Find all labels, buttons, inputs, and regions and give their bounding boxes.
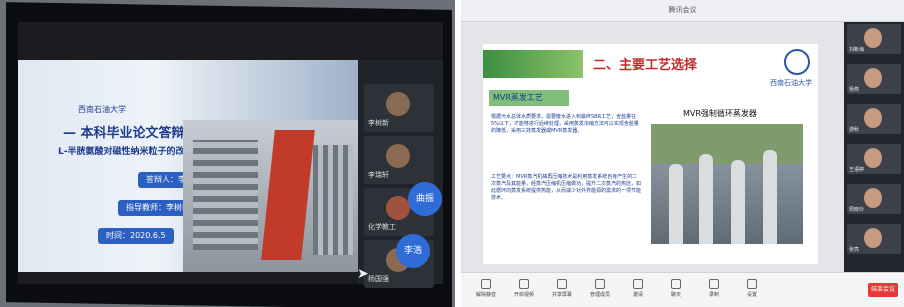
campus-building-image bbox=[183, 120, 358, 272]
participant-name: 杨燕 bbox=[849, 87, 860, 93]
participant-tile[interactable]: 李树新 bbox=[364, 84, 434, 132]
section-label: MVR蒸发工艺 bbox=[489, 90, 569, 106]
school-logo-text: 西南石油大学 bbox=[78, 105, 126, 114]
invite-icon bbox=[633, 279, 643, 289]
microphone-icon bbox=[481, 279, 491, 289]
monitor-screen: 西南石油大学 — 本科毕业论文答辩 L-半胱氨酸对磁性纳米粒子的改性研究 答辩人… bbox=[18, 22, 443, 288]
settings-button[interactable]: 设置 bbox=[737, 279, 767, 298]
video-tile[interactable]: 杨燕 bbox=[847, 64, 901, 94]
avatar-bubble[interactable]: 曲振 bbox=[408, 182, 442, 216]
right-photo: 腾讯会议 二、主要工艺选择 西南石油大学 MVR蒸发工艺 根据污水总体水质要求，… bbox=[461, 0, 904, 307]
gear-icon bbox=[747, 279, 757, 289]
record-button[interactable]: 录制 bbox=[699, 279, 729, 298]
participant-name: 周晓玲 bbox=[849, 207, 865, 213]
mouse-cursor-icon: ➤ bbox=[357, 266, 369, 282]
members-button[interactable]: 管理成员 bbox=[585, 279, 615, 298]
photo-collage: 西南石油大学 — 本科毕业论文答辩 L-半胱氨酸对磁性纳米粒子的改性研究 答辩人… bbox=[0, 0, 904, 307]
avatar-bubble[interactable]: 李浩 bbox=[396, 234, 430, 268]
share-icon bbox=[557, 279, 567, 289]
university-logo-icon bbox=[784, 49, 810, 75]
evaporator-photo bbox=[651, 124, 803, 244]
chat-button[interactable]: 聊天 bbox=[661, 279, 691, 298]
slide-title: 二、主要工艺选择 bbox=[593, 58, 698, 73]
university-logo-text: 西南石油大学 bbox=[770, 79, 812, 87]
paragraph-2: 工艺要点：MVR蒸汽机械再压缩技术是利用蒸发系统自身产生的二次蒸汽及其能量，经蒸… bbox=[491, 174, 642, 201]
participant-name: 杨国强 bbox=[368, 275, 389, 283]
participant-name: 李瑞轩 bbox=[368, 171, 389, 179]
invite-button[interactable]: 邀请 bbox=[623, 279, 653, 298]
image-label: MVR强制循环蒸发器 bbox=[683, 109, 757, 118]
video-tile[interactable]: 刘新海 bbox=[847, 24, 901, 54]
video-tile[interactable]: 周晓玲 bbox=[847, 184, 901, 214]
participant-tile[interactable]: 李瑞轩 bbox=[364, 136, 434, 184]
video-tile[interactable]: 游秋 bbox=[847, 104, 901, 134]
participant-name: 李树新 bbox=[368, 119, 389, 127]
participant-name: 化学教工 bbox=[368, 223, 396, 231]
window-title: 腾讯会议 bbox=[668, 6, 697, 14]
video-participants: 刘新海 杨燕 游秋 王语婷 周晓玲 张亮 bbox=[844, 22, 904, 272]
participant-name: 游秋 bbox=[849, 127, 860, 133]
left-photo: 西南石油大学 — 本科毕业论文答辩 L-半胱氨酸对磁性纳米粒子的改性研究 答辩人… bbox=[0, 0, 455, 307]
paragraph-1: 根据污水总体水质要求，需要废水进入到最终SBR工艺，含盐量在5%以下，才能够进行… bbox=[491, 114, 639, 134]
participant-name: 王语婷 bbox=[849, 167, 865, 173]
video-tile[interactable]: 张亮 bbox=[847, 224, 901, 254]
video-button[interactable]: 开启视频 bbox=[509, 279, 539, 298]
date-pill: 时间：2020.6.5 bbox=[98, 228, 174, 244]
shared-screen: 二、主要工艺选择 西南石油大学 MVR蒸发工艺 根据污水总体水质要求，需要废水进… bbox=[461, 22, 844, 272]
record-icon bbox=[709, 279, 719, 289]
chat-icon bbox=[671, 279, 681, 289]
defense-slide: 西南石油大学 — 本科毕业论文答辩 L-半胱氨酸对磁性纳米粒子的改性研究 答辩人… bbox=[18, 60, 358, 272]
meeting-toolbar: 解除静音 开启视频 共享屏幕 管理成员 邀请 聊天 录制 设置 结束会议 bbox=[461, 272, 904, 307]
participant-name: 张亮 bbox=[849, 247, 860, 253]
slide-banner-image bbox=[483, 50, 583, 78]
end-meeting-button[interactable]: 结束会议 bbox=[868, 283, 898, 297]
camera-icon bbox=[519, 279, 529, 289]
meeting-title-bar: 腾讯会议 bbox=[461, 0, 904, 22]
video-tile[interactable]: 王语婷 bbox=[847, 144, 901, 174]
participant-name: 刘新海 bbox=[849, 47, 865, 53]
process-slide: 二、主要工艺选择 西南石油大学 MVR蒸发工艺 根据污水总体水质要求，需要废水进… bbox=[483, 44, 818, 264]
mute-button[interactable]: 解除静音 bbox=[471, 279, 501, 298]
share-screen-button[interactable]: 共享屏幕 bbox=[547, 279, 577, 298]
slide-title: — 本科毕业论文答辩 bbox=[63, 126, 185, 141]
members-icon bbox=[595, 279, 605, 289]
